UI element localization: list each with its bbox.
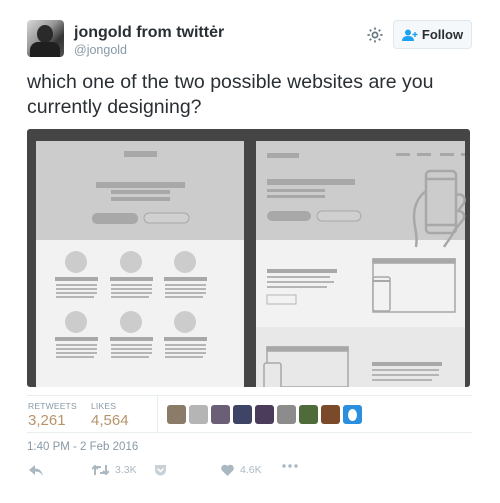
wireframe-card-title [55, 337, 98, 341]
pocket-button[interactable] [154, 464, 167, 476]
wireframe-card-line [165, 348, 206, 350]
tweet-media-image[interactable] [27, 129, 470, 387]
wireframe-card-line [56, 292, 97, 294]
wireframe-card-line [111, 348, 152, 350]
wireframe-card-line [56, 288, 97, 290]
wireframe-avatar-circle [65, 311, 87, 333]
wireframe-card-line [165, 356, 203, 358]
liker-avatar[interactable] [233, 405, 252, 424]
liker-avatar[interactable] [299, 405, 318, 424]
wireframe-avatar-circle [174, 311, 196, 333]
more-button[interactable] [282, 464, 298, 468]
likes-count: 4,564 [91, 412, 129, 429]
wireframe-card-line [165, 344, 206, 346]
avatar[interactable] [27, 20, 64, 57]
liker-avatar[interactable] [189, 405, 208, 424]
wireframe-card-title [110, 337, 153, 341]
wireframe-card-line [56, 356, 94, 358]
tweet-text: which one of the two possible websites a… [27, 71, 434, 118]
wireframe-right [256, 141, 466, 387]
wireframe-card-line [56, 348, 97, 350]
wireframe-card-line [165, 284, 206, 286]
wireframe-card-title [164, 277, 207, 281]
wireframe-card-line [111, 352, 152, 354]
wireframe-card-line [111, 284, 152, 286]
wireframe-card-line [111, 288, 152, 290]
desktop-mobile-illustration [372, 258, 456, 313]
liker-avatar[interactable] [211, 405, 230, 424]
wireframe-card-line [56, 296, 94, 298]
add-user-icon [401, 29, 418, 41]
liker-avatar[interactable] [321, 405, 340, 424]
liker-avatar[interactable] [167, 405, 186, 424]
wireframe-left [36, 141, 244, 387]
wireframe-card-line [165, 288, 206, 290]
wireframe-card-title [164, 337, 207, 341]
pocket-icon [154, 464, 167, 476]
liker-avatar[interactable] [277, 405, 296, 424]
tweet-stats: RETWEETS 3,261 LIKES 4,564 [27, 395, 472, 433]
avatar-head [37, 25, 53, 43]
wireframe-avatar-circle [174, 251, 196, 273]
wireframe-card-line [111, 292, 152, 294]
wireframe-card-line [56, 344, 97, 346]
more-icon [282, 464, 298, 468]
wireframe-card-line [111, 296, 149, 298]
retweets-stat[interactable]: RETWEETS 3,261 [28, 401, 77, 429]
wireframe-card-line [165, 352, 206, 354]
tweet-timestamp[interactable]: 1:40 PM - 2 Feb 2016 [27, 441, 138, 453]
retweet-icon [92, 464, 109, 476]
wireframe-card-line [56, 284, 97, 286]
wireframe-card-line [165, 296, 203, 298]
retweets-count: 3,261 [28, 412, 66, 429]
wireframe-card-line [56, 352, 97, 354]
stats-divider [157, 396, 158, 432]
wireframe-avatar-circle [120, 311, 142, 333]
heart-icon [221, 464, 234, 476]
liker-avatar[interactable] [343, 405, 362, 424]
avatar-body [30, 42, 60, 57]
liker-avatar[interactable] [255, 405, 274, 424]
user-handle[interactable]: @jongold [74, 43, 127, 57]
liker-avatars [167, 405, 362, 424]
reply-icon [29, 464, 44, 477]
wireframe-card-line [165, 292, 206, 294]
like-button[interactable]: 4.6K [221, 464, 262, 476]
retweet-button[interactable]: 3.3K [92, 464, 137, 476]
wireframe-card-line [111, 344, 152, 346]
wireframe-avatar-circle [120, 251, 142, 273]
desktop-mobile-illustration-2 [263, 346, 349, 387]
wireframe-card-title [110, 277, 153, 281]
likes-stat[interactable]: LIKES 4,564 [91, 401, 129, 429]
tweet-actions: 3.3K 4.6K [27, 464, 327, 484]
retweet-count: 3.3K [115, 464, 137, 476]
follow-button[interactable]: Follow [393, 20, 472, 49]
wireframe-avatar-circle [65, 251, 87, 273]
wireframe-card-title [55, 277, 98, 281]
reply-button[interactable] [29, 464, 44, 477]
likes-label: LIKES [91, 401, 117, 411]
gear-icon[interactable] [366, 26, 384, 44]
like-count: 4.6K [240, 464, 262, 476]
wireframe-card-line [111, 356, 149, 358]
display-name[interactable]: jongold from twittėr [74, 24, 224, 42]
follow-label: Follow [421, 27, 464, 42]
retweets-label: RETWEETS [28, 401, 77, 411]
